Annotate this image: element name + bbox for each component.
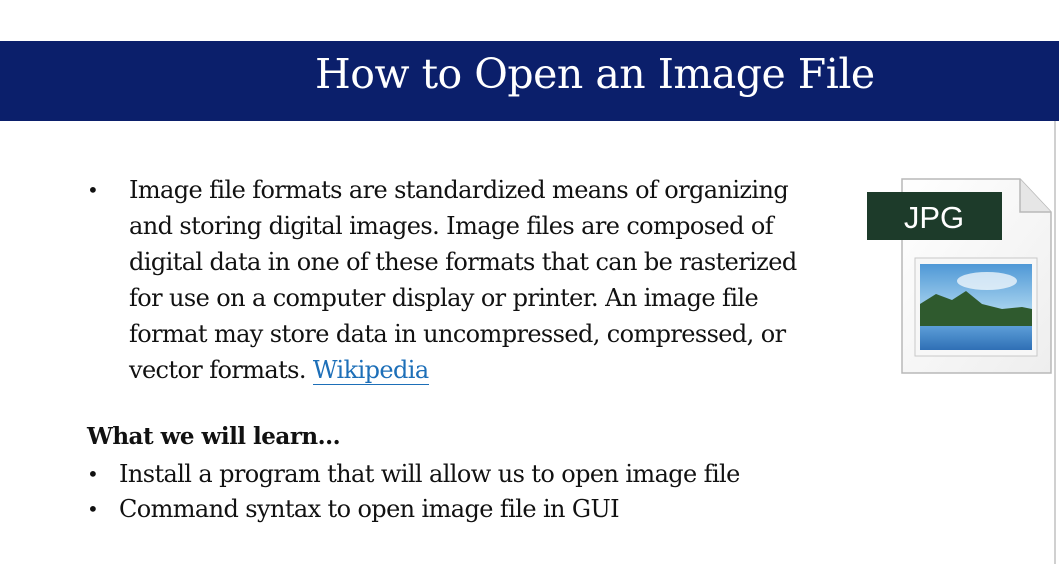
- slide: How to Open an Image File • Image file f…: [0, 0, 1059, 564]
- learn-heading: What we will learn…: [87, 423, 341, 450]
- learn-item-text: Command syntax to open image file in GUI: [119, 495, 620, 523]
- description-text: Image file formats are standardized mean…: [129, 172, 847, 388]
- wikipedia-link[interactable]: Wikipedia: [312, 356, 429, 385]
- description-line-text: vector formats.: [129, 356, 306, 384]
- description-line: digital data in one of these formats tha…: [129, 248, 797, 276]
- slide-title: How to Open an Image File: [315, 50, 875, 98]
- description-line: Image file formats are standardized mean…: [129, 176, 789, 204]
- jpg-label-text: JPG: [904, 200, 964, 235]
- jpg-file-icon: JPG: [867, 178, 1052, 374]
- image-thumbnail-water: [920, 326, 1032, 350]
- learn-item-text: Install a program that will allow us to …: [119, 460, 740, 488]
- slide-edge-divider: [1054, 121, 1056, 564]
- bullet-marker: •: [87, 178, 99, 202]
- image-thumbnail-cloud: [957, 272, 1017, 290]
- description-last-line: vector formats. Wikipedia: [129, 352, 847, 388]
- bullet-marker: •: [87, 497, 99, 521]
- description-line: format may store data in uncompressed, c…: [129, 320, 786, 348]
- learn-item: • Command syntax to open image file in G…: [87, 492, 740, 527]
- learn-list: • Install a program that will allow us t…: [87, 457, 740, 527]
- description-line: for use on a computer display or printer…: [129, 284, 759, 312]
- bullet-marker: •: [87, 462, 99, 486]
- description-bullet: • Image file formats are standardized me…: [87, 172, 847, 388]
- learn-item: • Install a program that will allow us t…: [87, 457, 740, 492]
- description-line: and storing digital images. Image files …: [129, 212, 774, 240]
